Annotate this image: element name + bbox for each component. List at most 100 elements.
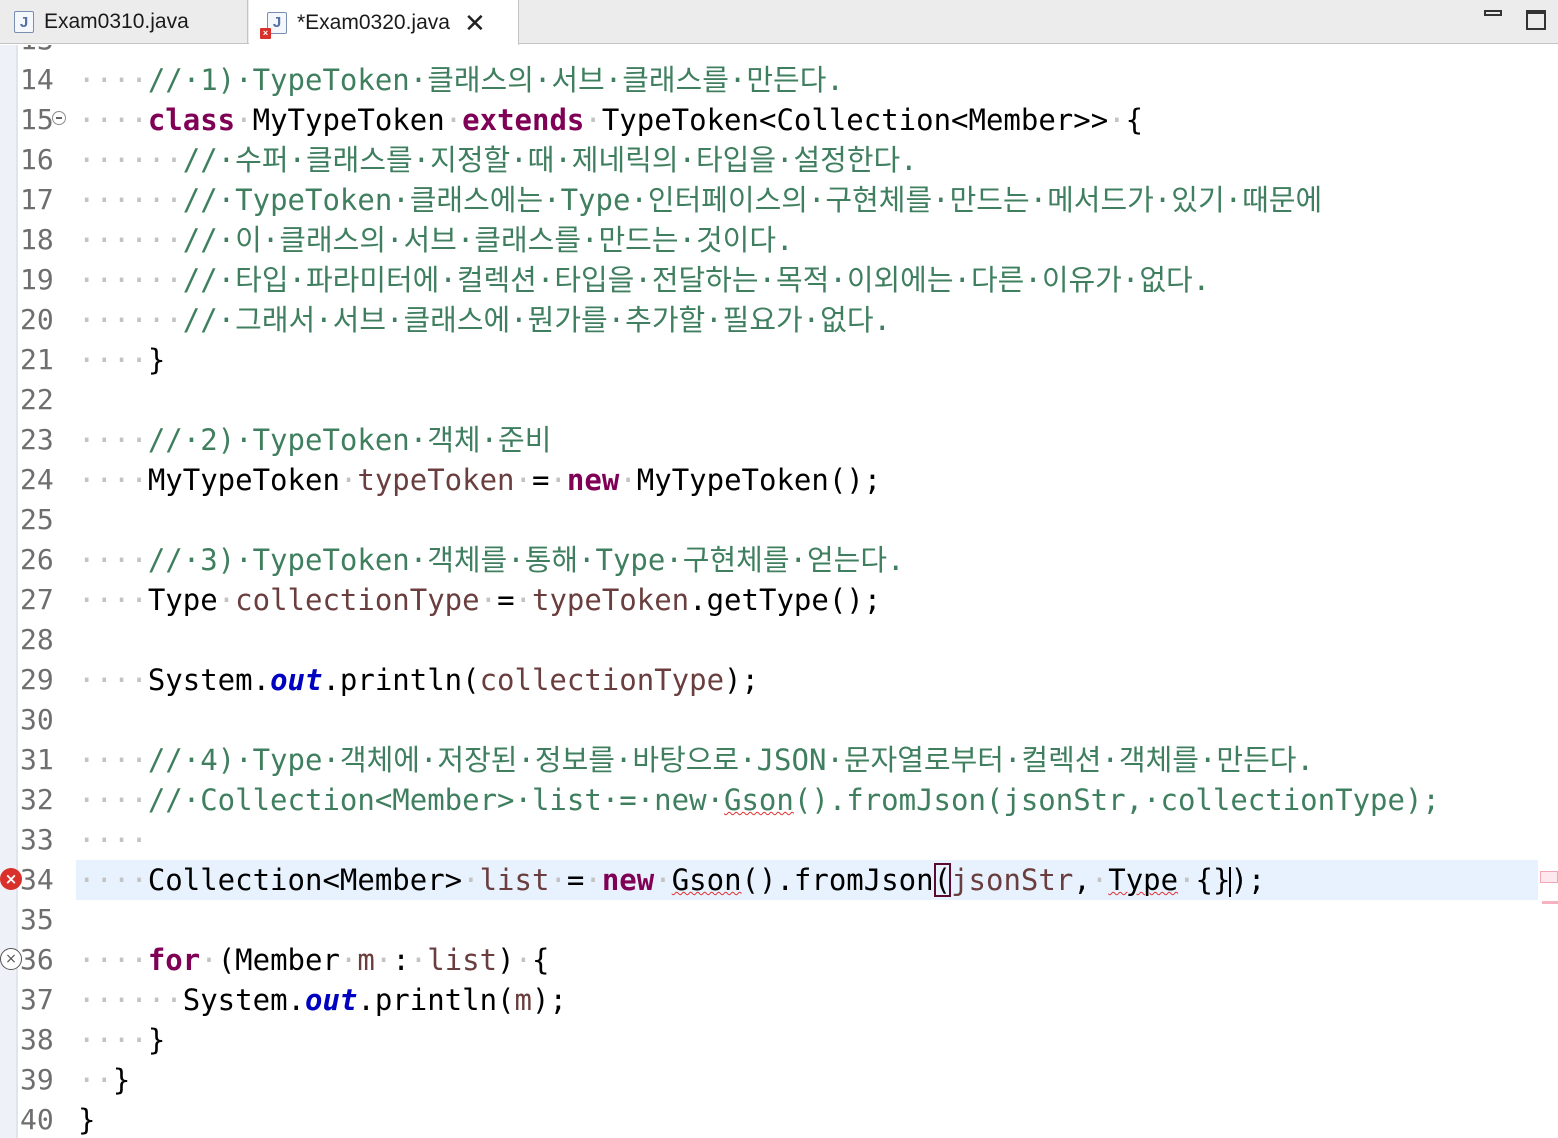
- code-line[interactable]: 16 ······//·수퍼·클래스를·지정할·때·제네릭의·타입을·설정한다.: [0, 140, 1558, 180]
- line-number: 23: [20, 423, 54, 456]
- code-text[interactable]: ····}: [78, 340, 165, 380]
- error-marker-icon[interactable]: ×: [0, 868, 22, 890]
- code-comment: ().fromJson(jsonStr,·collectionType);: [793, 783, 1440, 817]
- whitespace-marker: ·: [1090, 863, 1109, 897]
- code-text[interactable]: ····}: [78, 1020, 165, 1060]
- overview-error-marker[interactable]: [1540, 871, 1558, 883]
- code-line[interactable]: 14 ····//·1)·TypeToken·클래스의·서브·클래스를·만든다.: [0, 60, 1558, 100]
- code-line[interactable]: 33 ····: [0, 820, 1558, 860]
- code-text[interactable]: ····//·4)·Type·객체에·저장된·정보를·바탕으로·JSON·문자열…: [78, 740, 1314, 780]
- whitespace-marker: ····: [78, 823, 148, 857]
- code-text[interactable]: ····Collection<Member>·list·=·new·Gson()…: [78, 860, 1265, 900]
- maximize-icon[interactable]: [1526, 10, 1546, 30]
- line-number: 13: [20, 45, 76, 60]
- minimize-icon[interactable]: [1484, 10, 1502, 16]
- code-token: );: [531, 983, 567, 1017]
- code-text[interactable]: ····System.out.println(collectionType);: [78, 660, 759, 700]
- code-line[interactable]: 38 ····}: [0, 1020, 1558, 1060]
- code-line[interactable]: 29 ····System.out.println(collectionType)…: [0, 660, 1558, 700]
- whitespace-marker: ······: [78, 183, 183, 217]
- line-number: 21: [20, 343, 54, 376]
- code-token: .getType();: [689, 583, 882, 617]
- code-text[interactable]: ····: [78, 820, 148, 860]
- code-text[interactable]: ······//·이·클래스의·서브·클래스를·만드는·것이다.: [78, 220, 793, 260]
- code-line[interactable]: 25: [0, 500, 1558, 540]
- code-line[interactable]: 39 ··}: [0, 1060, 1558, 1100]
- code-error-token: Gson: [671, 863, 742, 897]
- line-number: 35: [20, 903, 54, 936]
- overview-marker[interactable]: [1542, 901, 1558, 904]
- code-text[interactable]: }: [78, 1100, 95, 1138]
- whitespace-marker: ·: [339, 943, 358, 977]
- code-variable: list: [427, 943, 498, 977]
- code-token: System.: [182, 983, 305, 1017]
- code-line[interactable]: 27 ····Type·collectionType·=·typeToken.ge…: [0, 580, 1558, 620]
- whitespace-marker: ····: [78, 783, 148, 817]
- code-token: ,: [1073, 863, 1091, 897]
- code-comment: //·1)·TypeToken·클래스의·서브·클래스를·만든다.: [147, 63, 844, 97]
- code-text[interactable]: ····for·(Member·m·:·list)·{: [78, 940, 550, 980]
- code-text[interactable]: ····//·3)·TypeToken·객체를·통해·Type·구현체를·얻는다…: [78, 540, 905, 580]
- whitespace-marker: ·: [409, 943, 428, 977]
- code-line[interactable]: 28: [0, 620, 1558, 660]
- code-token: }: [78, 1103, 96, 1137]
- whitespace-marker: ·: [1108, 103, 1126, 137]
- code-token: System.: [147, 663, 271, 697]
- code-variable: list: [479, 863, 550, 897]
- code-line[interactable]: 22: [0, 380, 1558, 420]
- whitespace-marker: ····: [78, 583, 148, 617]
- code-token: MyTypeToken: [252, 103, 445, 137]
- whitespace-marker: ····: [78, 1023, 148, 1057]
- code-comment: //·이·클래스의·서브·클래스를·만드는·것이다.: [182, 223, 794, 257]
- code-line[interactable]: 17 ······//·TypeToken·클래스에는·Type·인터페이스의·구…: [0, 180, 1558, 220]
- code-line[interactable]: 24 ····MyTypeToken·typeToken·=·new·MyType…: [0, 460, 1558, 500]
- collapse-fold-icon[interactable]: [52, 111, 66, 125]
- code-text[interactable]: ····//·Collection<Member>·list·=·new·Gso…: [78, 780, 1440, 820]
- whitespace-marker: ····: [78, 463, 148, 497]
- java-file-icon: J: [14, 11, 34, 33]
- code-token: =: [497, 583, 515, 617]
- code-text[interactable]: ····//·1)·TypeToken·클래스의·서브·클래스를·만든다.: [78, 60, 844, 100]
- code-line[interactable]: 31 ····//·4)·Type·객체에·저장된·정보를·바탕으로·JSON·문…: [0, 740, 1558, 780]
- code-line[interactable]: 34 × ····Collection<Member>·list·=·new·Gso…: [0, 860, 1558, 900]
- code-line[interactable]: 30: [0, 700, 1558, 740]
- code-line[interactable]: 21 ····}: [0, 340, 1558, 380]
- error-marker-outline-icon[interactable]: ×: [0, 948, 22, 970]
- code-editor[interactable]: 13 14····//·1)·TypeToken·클래스의·서브·클래스를·만든…: [0, 45, 1558, 1138]
- code-token: {: [532, 943, 550, 977]
- code-text[interactable]: ······System.out.println(m);: [78, 980, 567, 1020]
- code-line[interactable]: 32 ····//·Collection<Member>·list·=·new·G…: [0, 780, 1558, 820]
- code-line[interactable]: 19 ······//·타입·파라미터에·컬렉션·타입을·전달하는·목적·이외에는…: [0, 260, 1558, 300]
- code-line[interactable]: 18 ······//·이·클래스의·서브·클래스를·만드는·것이다.: [0, 220, 1558, 260]
- tab-label: Exam0310.java: [44, 10, 189, 33]
- code-text[interactable]: ··}: [78, 1060, 130, 1100]
- code-line[interactable]: 20 ······//·그래서·서브·클래스에·뭔가를·추가할·필요가·없다.: [0, 300, 1558, 340]
- code-line[interactable]: 15 ····class·MyTypeToken·extends·TypeToke…: [0, 100, 1558, 140]
- code-line[interactable]: 36 × ····for·(Member·m·:·list)·{: [0, 940, 1558, 980]
- code-text[interactable]: ······//·TypeToken·클래스에는·Type·인터페이스의·구현체…: [78, 180, 1322, 220]
- code-text[interactable]: ····Type·collectionType·=·typeToken.getT…: [78, 580, 881, 620]
- code-text[interactable]: ······//·그래서·서브·클래스에·뭔가를·추가할·필요가·없다.: [78, 300, 891, 340]
- code-token: TypeToken<Collection<Member>>: [601, 103, 1109, 137]
- code-line[interactable]: 35: [0, 900, 1558, 940]
- code-text[interactable]: ······//·타입·파라미터에·컬렉션·타입을·전달하는·목적·이외에는·다…: [78, 260, 1210, 300]
- code-line[interactable]: 26 ····//·3)·TypeToken·객체를·통해·Type·구현체를·얻…: [0, 540, 1558, 580]
- code-text[interactable]: ····class·MyTypeToken·extends·TypeToken<…: [78, 100, 1143, 140]
- code-text[interactable]: ······//·수퍼·클래스를·지정할·때·제네릭의·타입을·설정한다.: [78, 140, 918, 180]
- code-line[interactable]: 40}: [0, 1100, 1558, 1138]
- whitespace-marker: ·: [374, 943, 393, 977]
- code-line[interactable]: 23 ····//·2)·TypeToken·객체·준비: [0, 420, 1558, 460]
- code-variable: collectionType: [479, 663, 725, 697]
- tab-exam0320-java[interactable]: J × *Exam0320.java ✕: [249, 0, 519, 45]
- close-tab-icon[interactable]: ✕: [464, 10, 486, 36]
- code-comment: //·타입·파라미터에·컬렉션·타입을·전달하는·목적·이외에는·다른·이유가·…: [182, 263, 1211, 297]
- line-number: 29: [20, 663, 54, 696]
- code-line[interactable]: 37 ······System.out.println(m);: [0, 980, 1558, 1020]
- code-comment: //·TypeToken·클래스에는·Type·인터페이스의·구현체를·만드는·…: [182, 183, 1323, 217]
- code-text[interactable]: ····//·2)·TypeToken·객체·준비: [78, 420, 551, 460]
- whitespace-marker: ·: [514, 463, 532, 497]
- code-token: {: [1125, 103, 1144, 137]
- tab-exam0310-java[interactable]: J Exam0310.java: [0, 0, 248, 44]
- code-text[interactable]: ····MyTypeToken·typeToken·=·new·MyTypeTo…: [78, 460, 881, 500]
- whitespace-marker: ·: [584, 103, 602, 137]
